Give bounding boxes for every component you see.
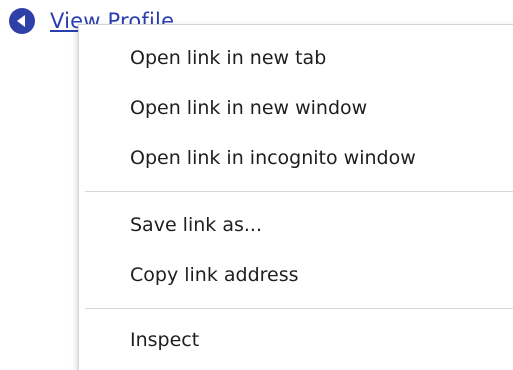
- back-circle-icon[interactable]: [8, 7, 36, 35]
- menu-group-devtools: Inspect: [79, 309, 513, 365]
- menu-group-open: Open link in new tab Open link in new wi…: [79, 25, 513, 183]
- menu-item-open-new-window[interactable]: Open link in new window: [79, 83, 513, 133]
- screen: View Profile Open link in new tab Open l…: [0, 0, 513, 370]
- menu-item-open-new-tab[interactable]: Open link in new tab: [79, 33, 513, 83]
- context-menu: Open link in new tab Open link in new wi…: [78, 24, 513, 370]
- menu-item-open-incognito[interactable]: Open link in incognito window: [79, 133, 513, 183]
- menu-item-inspect[interactable]: Inspect: [79, 315, 513, 365]
- menu-group-link: Save link as... Copy link address: [79, 192, 513, 300]
- menu-item-save-link-as[interactable]: Save link as...: [79, 200, 513, 250]
- menu-item-copy-link-address[interactable]: Copy link address: [79, 250, 513, 300]
